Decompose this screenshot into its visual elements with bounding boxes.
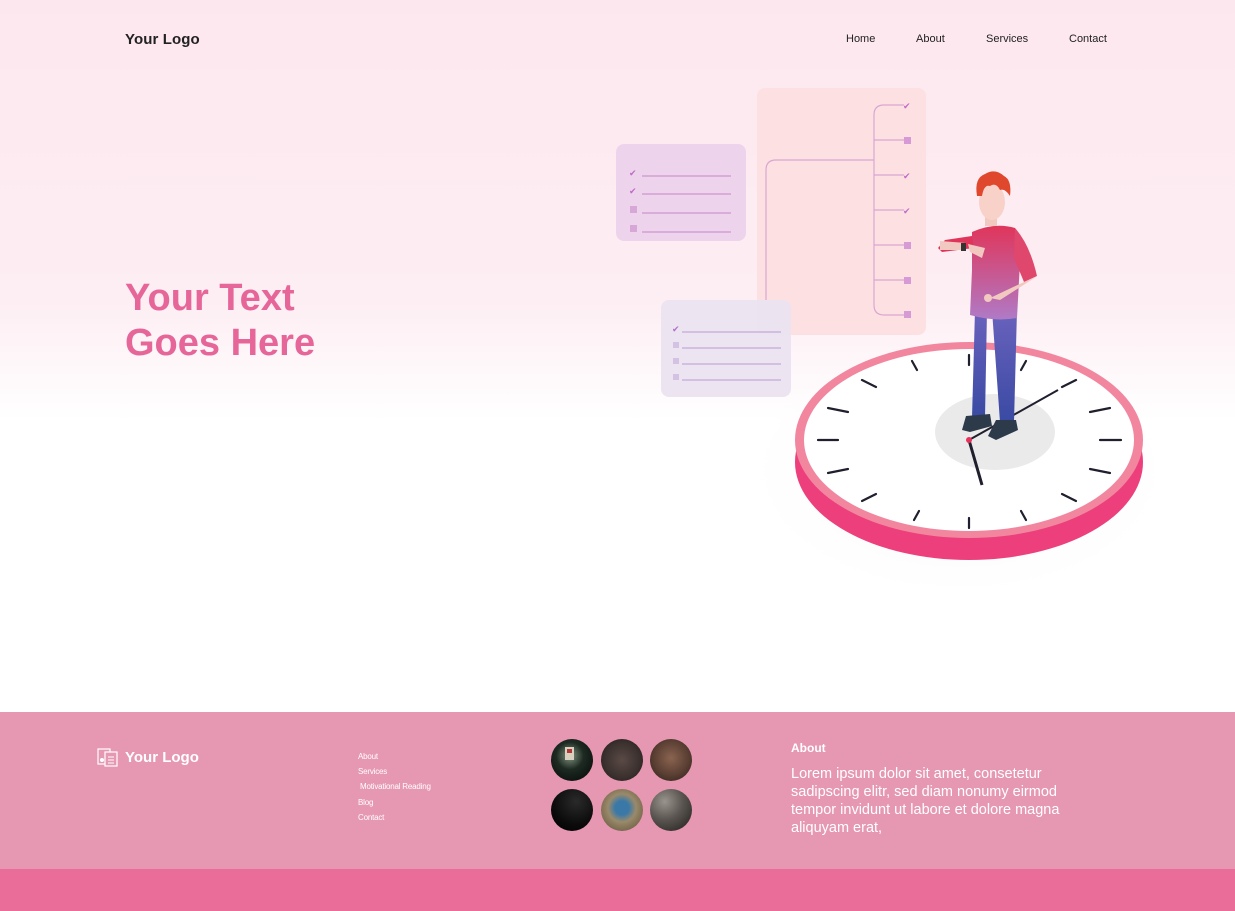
footer-about-text: Lorem ipsum dolor sit amet, consetetur s…	[791, 766, 1060, 836]
svg-text:✔: ✔	[629, 169, 637, 179]
checklist-card-2: ✔	[661, 300, 791, 397]
gallery-photo-1[interactable]	[551, 739, 593, 781]
photo-gallery	[551, 739, 696, 834]
gallery-photo-3[interactable]	[650, 739, 692, 781]
shirt	[970, 225, 1020, 320]
footer-link-contact[interactable]: Contact	[358, 812, 431, 827]
headline-line-1: Your Text	[125, 277, 295, 319]
bottom-bar	[0, 869, 1235, 911]
nav-services-link[interactable]: Services	[986, 33, 1028, 45]
timeline-panel	[757, 88, 926, 335]
nav-contact-link[interactable]: Contact	[1069, 33, 1107, 45]
header-logo[interactable]: Your Logo	[125, 31, 200, 48]
time-management-illustration: ✔ ✔ ✔ ✔ ✔ ✔	[616, 88, 1185, 605]
document-logo-icon	[97, 748, 118, 767]
svg-text:✔: ✔	[629, 187, 637, 197]
clock-center	[966, 437, 972, 443]
gallery-photo-2[interactable]	[601, 739, 643, 781]
clock	[795, 342, 1143, 560]
checkbox-icon	[904, 277, 911, 284]
footer-link-about[interactable]: About	[358, 751, 431, 766]
gallery-photo-5[interactable]	[601, 789, 643, 831]
svg-text:✔: ✔	[672, 325, 680, 335]
footer-link-motivational-reading[interactable]: Motivational Reading	[358, 781, 431, 796]
headline-line-2: Goes Here	[125, 322, 316, 364]
gallery-photo-6[interactable]	[650, 789, 692, 831]
gallery-photo-4[interactable]	[551, 789, 593, 831]
footer-links: About Services Motivational Reading Blog…	[358, 751, 431, 827]
check-mark-icon: ✔	[903, 207, 911, 217]
nav-home-link[interactable]: Home	[846, 33, 875, 45]
footer: Your Logo About Services Motivational Re…	[0, 712, 1235, 869]
footer-about-title: About	[791, 741, 826, 755]
footer-link-services[interactable]: Services	[358, 766, 431, 781]
footer-logo: Your Logo	[125, 748, 199, 766]
check-mark-icon: ✔	[903, 172, 911, 182]
hero-section: Your Logo Home About Services Contact Yo…	[0, 0, 1235, 712]
checklist-card-1: ✔ ✔	[616, 144, 746, 241]
check-mark-icon: ✔	[903, 102, 911, 112]
nav-about-link[interactable]: About	[916, 33, 945, 45]
wristwatch-icon	[961, 243, 966, 251]
checkbox-icon	[904, 137, 911, 144]
hero-headline: Your Text Goes Here	[125, 276, 315, 366]
footer-link-blog[interactable]: Blog	[358, 797, 431, 812]
checkbox-icon	[904, 242, 911, 249]
checkbox-icon	[904, 311, 911, 318]
footer-logo-group[interactable]: Your Logo	[97, 747, 199, 767]
